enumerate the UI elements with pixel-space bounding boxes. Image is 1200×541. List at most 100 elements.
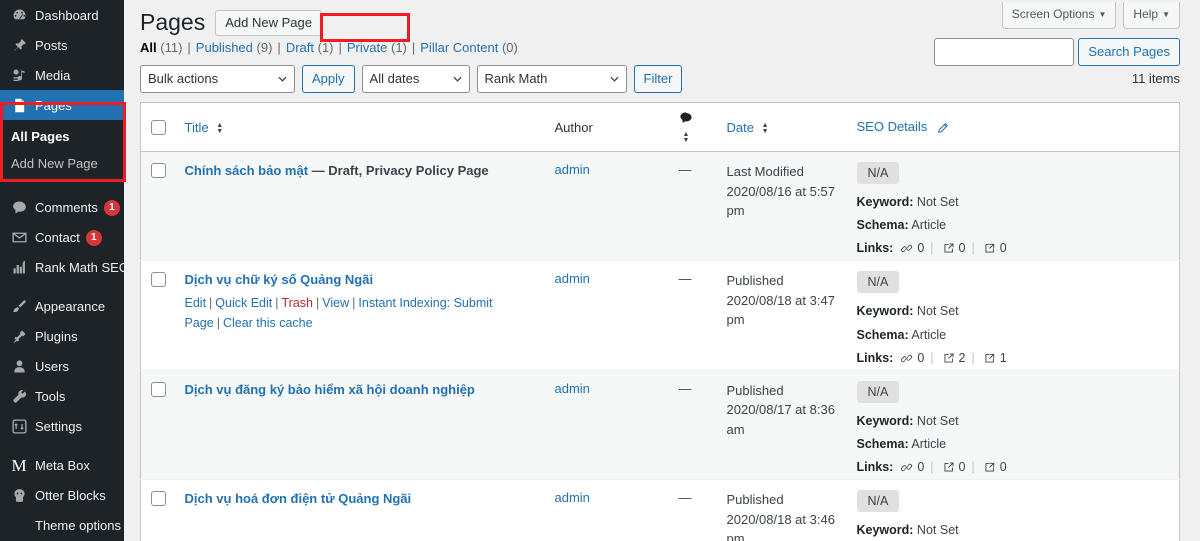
action-separator: |	[352, 295, 356, 310]
menu-separator	[0, 184, 124, 193]
page-title-link[interactable]: Dịch vụ hoá đơn điện tử Quảng Ngãi	[185, 491, 412, 506]
view-link-published[interactable]: Published (9)	[196, 40, 273, 55]
author-link[interactable]: admin	[555, 271, 590, 286]
sidebar-item-dashboard[interactable]: Dashboard	[0, 0, 124, 30]
column-author-label: Author	[554, 119, 593, 135]
menu-badge: 1	[103, 199, 120, 216]
row-action-view[interactable]: View	[322, 296, 349, 310]
action-separator: |	[209, 295, 213, 310]
search-pages-button[interactable]: Search Pages	[1078, 38, 1180, 66]
sidebar-item-appearance[interactable]: Appearance	[0, 292, 124, 322]
row-author-cell: admin	[544, 369, 669, 480]
internal-link-icon	[901, 245, 913, 253]
author-link[interactable]: admin	[555, 381, 590, 396]
view-link-private[interactable]: Private (1)	[347, 40, 407, 55]
column-header-title[interactable]: Title ▲ ▼	[174, 102, 545, 152]
column-title-label: Title	[184, 119, 209, 135]
row-date-cell: Published 2020/08/17 at 8:36 am	[716, 369, 847, 480]
column-seo-label: SEO Details	[856, 119, 928, 135]
select-all-checkbox[interactable]	[151, 120, 166, 136]
pages-icon	[9, 95, 29, 115]
page-title-link[interactable]: Dịch vụ chữ ký số Quảng Ngãi	[185, 272, 374, 287]
sidebar-item-settings[interactable]: Settings	[0, 412, 124, 442]
submenu-item-add-new-page[interactable]: Add New Page	[0, 151, 124, 178]
pencil-icon[interactable]	[936, 122, 949, 135]
table-header-row: Title ▲ ▼ Author ▲ ▼ Date ▲ ▼ SEO Detail…	[140, 102, 1180, 152]
column-header-date[interactable]: Date ▲ ▼	[716, 102, 847, 152]
seo-keyword-line: Keyword: Not Set	[856, 195, 959, 209]
seo-score-badge: N/A	[856, 271, 900, 294]
row-select-cell	[140, 260, 175, 371]
screen-options-label: Screen Options	[1011, 7, 1095, 21]
row-comments-cell: —	[668, 260, 717, 371]
view-label: Pillar Content	[420, 40, 499, 55]
sidebar-item-plugins[interactable]: Plugins	[0, 322, 124, 352]
sidebar-item-label: Plugins	[35, 329, 78, 345]
external-links-count: 0	[958, 241, 966, 256]
row-checkbox[interactable]	[151, 163, 166, 179]
sidebar-item-label: Media	[35, 67, 71, 83]
row-checkbox[interactable]	[151, 272, 166, 288]
main-content: Screen Options ▼ Help ▼ Pages Add New Page…	[124, 0, 1200, 541]
bulk-actions-select[interactable]: Bulk actions	[140, 65, 295, 93]
date-filter-select[interactable]: All dates	[361, 65, 470, 93]
search-box: Search Pages	[934, 38, 1180, 66]
sidebar-item-posts[interactable]: Posts	[0, 30, 124, 60]
submenu-item-all-pages[interactable]: All Pages	[0, 124, 124, 151]
row-date-cell: Published 2020/08/18 at 3:46 pm	[716, 479, 847, 541]
filter-button[interactable]: Filter	[633, 65, 683, 93]
row-action-clear-this-cache[interactable]: Clear this cache	[223, 316, 313, 330]
search-input[interactable]	[934, 38, 1075, 66]
seo-schema-line: Schema: Article	[856, 327, 947, 342]
column-header-comments[interactable]: ▲ ▼	[668, 102, 717, 152]
sidebar-item-media[interactable]: Media	[0, 60, 124, 90]
rank-math-filter-select[interactable]: Rank Math	[476, 65, 627, 93]
sort-indicator-icon: ▲ ▼	[761, 122, 769, 136]
row-action-edit[interactable]: Edit	[185, 296, 207, 310]
chevron-down-icon	[609, 76, 619, 82]
row-action-trash[interactable]: Trash	[282, 296, 314, 310]
sidebar-item-theme-options[interactable]: Theme options	[0, 511, 124, 541]
sidebar-item-label: Users	[35, 359, 69, 375]
date-value: 2020/08/18 at 3:46 pm	[726, 511, 835, 541]
author-link[interactable]: admin	[555, 162, 590, 177]
row-comments-cell: —	[668, 369, 717, 480]
action-separator: |	[216, 315, 220, 330]
sidebar-item-rank-math-seo[interactable]: Rank Math SEO	[0, 253, 129, 283]
column-header-seo-details[interactable]: SEO Details	[846, 102, 1180, 152]
sidebar-item-otter-blocks[interactable]: Otter Blocks	[0, 481, 124, 511]
date-status: Published	[726, 273, 784, 289]
row-checkbox[interactable]	[151, 381, 166, 397]
help-button[interactable]: Help ▼	[1123, 2, 1180, 29]
author-link[interactable]: admin	[555, 490, 590, 505]
page-state: — Draft, Privacy Policy Page	[308, 163, 489, 178]
sidebar-item-tools[interactable]: Tools	[0, 382, 124, 412]
page-title-link[interactable]: Chính sách bảo mật — Draft, Privacy Poli…	[185, 163, 489, 178]
page-title-link[interactable]: Dịch vụ đăng ký bảo hiểm xã hội doanh ng…	[185, 382, 475, 397]
internal-links-count: 0	[917, 350, 925, 365]
view-label: All	[140, 40, 157, 55]
view-link-pillar-content[interactable]: Pillar Content (0)	[420, 40, 518, 55]
row-checkbox[interactable]	[151, 491, 166, 507]
sidebar-item-pages[interactable]: Pages	[0, 90, 124, 120]
view-link-draft[interactable]: Draft (1)	[286, 40, 334, 55]
row-action-quick-edit[interactable]: Quick Edit	[215, 296, 272, 310]
view-link-all[interactable]: All (11)	[140, 40, 182, 55]
add-new-page-button[interactable]: Add New Page	[215, 9, 322, 37]
comments-count: —	[678, 380, 692, 396]
incoming-links-count: 0	[999, 241, 1007, 256]
row-seo-cell: N/A Keyword: Not Set Schema: Article Lin…	[846, 260, 1180, 371]
sidebar-item-comments[interactable]: Comments 1	[0, 193, 124, 223]
sidebar-item-contact[interactable]: Contact 1	[0, 223, 124, 253]
screen-meta-links: Screen Options ▼ Help ▼	[1001, 2, 1180, 29]
screen-options-button[interactable]: Screen Options ▼	[1001, 2, 1117, 29]
view-count: (9)	[256, 40, 273, 55]
sidebar-item-users[interactable]: Users	[0, 352, 124, 382]
comments-count: —	[678, 162, 692, 177]
view-count: (0)	[501, 40, 518, 55]
seo-keyword-line: Keyword: Not Set	[856, 413, 959, 428]
bulk-actions-value: Bulk actions	[148, 71, 219, 86]
sidebar-item-meta-box[interactable]: M Meta Box	[0, 451, 124, 481]
apply-button[interactable]: Apply	[302, 65, 355, 93]
table-row: Dịch vụ hoá đơn điện tử Quảng Ngãi admin…	[140, 479, 1180, 541]
